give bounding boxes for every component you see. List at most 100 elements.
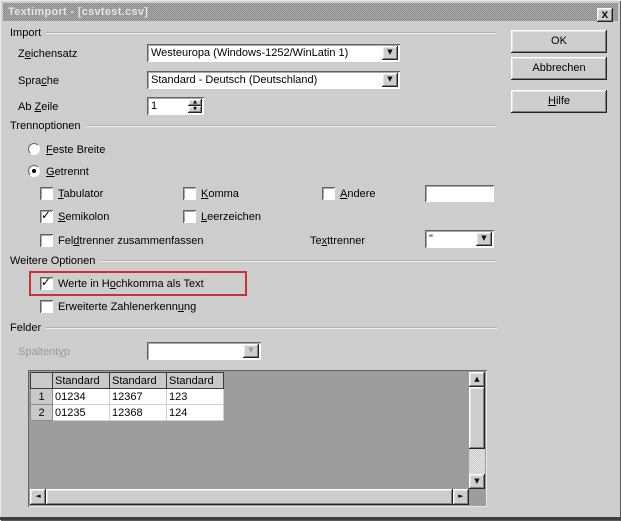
leerzeichen-label: Leerzeichen: [201, 211, 261, 223]
charset-dropdown-button[interactable]: ▼: [382, 46, 398, 60]
fields-section-title: Felder: [10, 322, 42, 334]
ok-button-label: OK: [551, 35, 567, 47]
table-cell: 12367: [109, 388, 167, 405]
table-row: 2 01235 12368 124: [30, 404, 224, 421]
chevron-down-icon: ▼: [193, 106, 197, 112]
quoted-as-text-checkbox[interactable]: ✓: [40, 275, 53, 290]
text-delimiter-value: ": [429, 233, 433, 245]
divider: [85, 125, 497, 127]
table-cell: 124: [166, 404, 224, 421]
andere-checkbox[interactable]: [322, 187, 335, 200]
other-separator-input[interactable]: [425, 185, 494, 202]
fixed-width-label: Feste Breite: [46, 144, 106, 156]
tabulator-checkbox[interactable]: [40, 187, 53, 200]
chevron-down-icon: ▼: [481, 234, 487, 242]
chevron-down-icon: ▼: [387, 48, 393, 56]
vertical-scrollbar[interactable]: ▲ ▼: [469, 372, 485, 489]
help-button-label: Hilfe: [547, 95, 570, 107]
charset-label: Zeichensatz: [18, 48, 78, 60]
language-dropdown-button[interactable]: ▼: [382, 73, 398, 87]
table-cell: 12368: [109, 404, 167, 421]
radio-dot: [32, 169, 36, 173]
textimport-dialog: Textimport - [csvtest.csv] x OK Abbreche…: [0, 0, 621, 521]
language-value: Standard - Deutsch (Deutschland): [151, 74, 318, 86]
column-type-label: Spaltentyp: [18, 346, 70, 358]
horizontal-scrollbar-thumb[interactable]: [46, 489, 453, 505]
horizontal-scrollbar[interactable]: ◄ ►: [30, 489, 469, 505]
quoted-as-text-label: Werte in Hochkomma als Text: [58, 278, 204, 290]
cancel-button-label: Abbrechen: [532, 62, 586, 74]
number-detect-checkbox[interactable]: [40, 300, 53, 313]
other-options-section-header: Weitere Optionen: [10, 255, 497, 267]
language-dropdown[interactable]: Standard - Deutsch (Deutschland) ▼: [147, 71, 400, 89]
help-button[interactable]: Hilfe: [511, 90, 607, 113]
merge-delimiters-label: Feldtrenner zusammenfassen: [58, 235, 204, 247]
komma-checkbox[interactable]: [183, 187, 196, 200]
column-type-dropdown: ▼: [147, 342, 261, 360]
text-delimiter-label: Texttrenner: [310, 235, 366, 247]
leerzeichen-checkbox[interactable]: [183, 210, 196, 223]
tabulator-label: Tabulator: [58, 188, 104, 200]
scroll-up-button[interactable]: ▲: [469, 372, 485, 387]
window-title: Textimport - [csvtest.csv]: [8, 6, 149, 18]
charset-value: Westeuropa (Windows-1252/WinLatin 1): [151, 47, 349, 59]
close-icon: x: [601, 7, 609, 21]
divider: [46, 32, 497, 34]
number-detect-label: Erweiterte Zahlenerkennung: [58, 301, 197, 313]
ok-button[interactable]: OK: [511, 30, 607, 53]
chevron-down-icon: ▼: [474, 477, 480, 485]
text-delimiter-dropdown-button[interactable]: ▼: [476, 232, 492, 246]
chevron-up-icon: ▲: [474, 375, 480, 383]
spin-up-button[interactable]: ▲: [188, 99, 202, 106]
chevron-right-icon: ►: [458, 492, 464, 500]
from-row-input[interactable]: 1 ▲ ▼: [147, 97, 204, 115]
semikolon-checkbox[interactable]: ✓: [40, 208, 53, 223]
separator-options-section-header: Trennoptionen: [10, 120, 497, 132]
chevron-down-icon: ▼: [387, 75, 393, 83]
check-icon: ✓: [41, 208, 52, 222]
preview-area: Standard Standard Standard 1 01234 12367…: [28, 370, 487, 507]
vertical-scrollbar-thumb[interactable]: [469, 387, 485, 449]
titlebar: Textimport - [csvtest.csv] x: [3, 3, 618, 22]
table-cell: 123: [166, 388, 224, 405]
close-button[interactable]: x: [597, 8, 613, 22]
column-header[interactable]: Standard: [166, 372, 224, 389]
divider: [100, 260, 497, 262]
text-delimiter-dropdown[interactable]: " ▼: [425, 230, 494, 248]
scroll-right-button[interactable]: ►: [453, 489, 469, 505]
table-cell: 01234: [52, 388, 110, 405]
semikolon-label: Semikolon: [58, 211, 110, 223]
komma-label: Komma: [201, 188, 239, 200]
divider: [46, 327, 497, 329]
charset-dropdown[interactable]: Westeuropa (Windows-1252/WinLatin 1) ▼: [147, 44, 400, 62]
separator-options-section-title: Trennoptionen: [10, 120, 81, 132]
check-icon: ✓: [41, 275, 52, 289]
column-header[interactable]: Standard: [52, 372, 110, 389]
scroll-left-button[interactable]: ◄: [30, 489, 46, 505]
separated-radio[interactable]: [28, 165, 40, 177]
import-section-title: Import: [10, 27, 42, 39]
table-row: 1 01234 12367 123: [30, 388, 224, 405]
column-header[interactable]: Standard: [109, 372, 167, 389]
column-type-dropdown-button: ▼: [243, 344, 259, 358]
fields-section-header: Felder: [10, 322, 497, 334]
from-row-value: 1: [151, 100, 158, 112]
chevron-down-icon: ▼: [248, 346, 254, 354]
table-header-row: Standard Standard Standard: [30, 372, 224, 389]
import-section-header: Import: [10, 27, 497, 39]
spin-down-button[interactable]: ▼: [188, 106, 202, 113]
preview-table: Standard Standard Standard 1 01234 12367…: [30, 372, 224, 421]
cancel-button[interactable]: Abbrechen: [511, 57, 607, 80]
other-options-section-title: Weitere Optionen: [10, 255, 96, 267]
separated-label: Getrennt: [46, 166, 89, 178]
merge-delimiters-checkbox[interactable]: [40, 234, 53, 247]
row-number: 2: [30, 404, 53, 421]
row-number: 1: [30, 388, 53, 405]
andere-label: Andere: [340, 188, 376, 200]
scroll-down-button[interactable]: ▼: [469, 474, 485, 489]
corner-header-cell[interactable]: [30, 372, 53, 389]
chevron-up-icon: ▲: [193, 99, 197, 105]
from-row-label: Ab Zeile: [18, 101, 59, 113]
language-label: Sprache: [18, 75, 59, 87]
fixed-width-radio[interactable]: [28, 143, 40, 155]
